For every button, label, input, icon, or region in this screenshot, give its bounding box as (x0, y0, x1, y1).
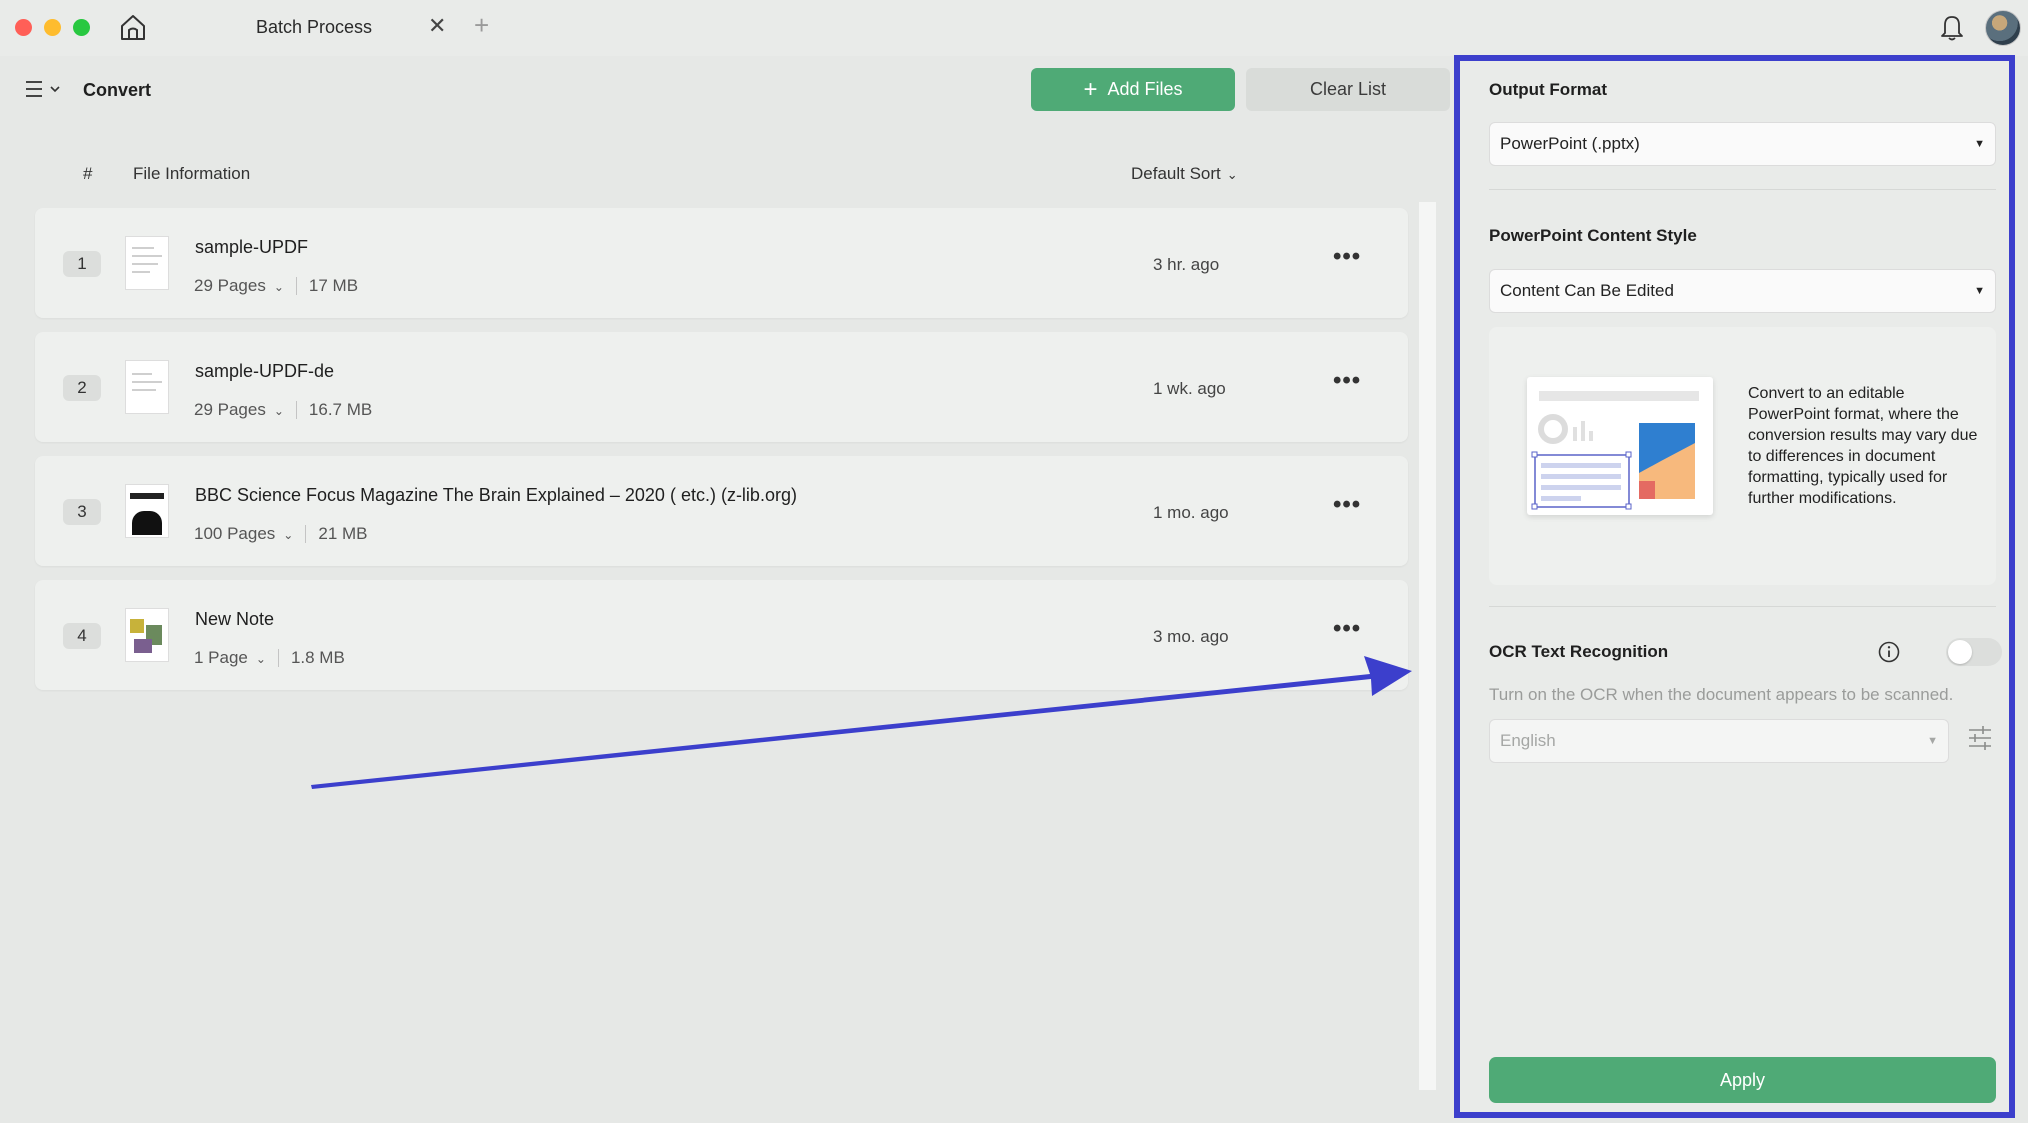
title-bar: Batch Process ✕ + (0, 0, 2028, 56)
row-number: 3 (63, 499, 101, 525)
chevron-down-icon: ⌄ (273, 404, 284, 418)
avatar[interactable] (1985, 10, 2021, 46)
file-meta: 1 Page ⌄ 1.8 MB (194, 648, 345, 668)
add-files-button[interactable]: + Add Files (1031, 68, 1235, 111)
clear-list-button[interactable]: Clear List (1246, 68, 1450, 111)
home-icon[interactable] (118, 12, 148, 42)
file-row[interactable]: 1 sample-UPDF 29 Pages ⌄ 17 MB 3 hr. ago … (35, 208, 1408, 318)
add-files-label: Add Files (1107, 79, 1183, 99)
file-row[interactable]: 2 sample-UPDF-de 29 Pages ⌄ 16.7 MB 1 wk.… (35, 332, 1408, 442)
file-time: 3 mo. ago (1153, 627, 1229, 646)
bell-icon[interactable] (1938, 12, 1966, 42)
row-number: 4 (63, 623, 101, 649)
file-size: 16.7 MB (308, 400, 373, 419)
chevron-down-icon: ⌄ (273, 280, 284, 294)
page-count: 100 Pages (194, 524, 276, 543)
file-time: 1 wk. ago (1153, 379, 1226, 398)
window-zoom-button[interactable] (73, 19, 90, 36)
file-row[interactable]: 3 BBC Science Focus Magazine The Brain E… (35, 456, 1408, 566)
file-thumbnail (125, 236, 169, 290)
divider (305, 525, 307, 543)
menu-icon[interactable] (24, 76, 64, 104)
file-name: sample-UPDF-de (195, 361, 335, 381)
file-thumbnail (125, 484, 169, 538)
page-count: 1 Page (194, 648, 248, 667)
divider (277, 649, 279, 667)
page-count: 29 Pages (194, 400, 266, 419)
file-thumbnail (125, 360, 169, 414)
page-count-dropdown[interactable]: 29 Pages ⌄ (194, 400, 284, 420)
file-row[interactable]: 4 New Note 1 Page ⌄ 1.8 MB 3 mo. ago ••• (35, 580, 1408, 690)
more-icon[interactable]: ••• (1333, 243, 1361, 271)
file-thumbnail (125, 608, 169, 662)
chevron-down-icon: ⌄ (255, 652, 266, 666)
more-icon[interactable]: ••• (1333, 491, 1361, 519)
file-name: New Note (195, 609, 275, 629)
chevron-down-icon: ⌄ (283, 528, 294, 542)
file-size: 17 MB (308, 276, 359, 295)
file-meta: 100 Pages ⌄ 21 MB (194, 524, 368, 544)
page-count: 29 Pages (194, 276, 266, 295)
sort-dropdown[interactable]: Default Sort ⌄ (1131, 164, 1238, 184)
row-number: 2 (63, 375, 101, 401)
page-count-dropdown[interactable]: 100 Pages ⌄ (194, 524, 293, 544)
window-close-button[interactable] (15, 19, 32, 36)
page-title: Convert (83, 80, 152, 100)
highlight-frame (1454, 55, 2015, 1118)
page-count-dropdown[interactable]: 29 Pages ⌄ (194, 276, 284, 296)
column-header-file-information: File Information (133, 164, 251, 183)
window-minimize-button[interactable] (44, 19, 61, 36)
page-count-dropdown[interactable]: 1 Page ⌄ (194, 648, 266, 668)
more-icon[interactable]: ••• (1333, 367, 1361, 395)
file-meta: 29 Pages ⌄ 16.7 MB (194, 400, 372, 420)
scrollbar[interactable] (1419, 202, 1436, 1090)
divider (295, 401, 297, 419)
file-size: 21 MB (318, 524, 368, 543)
file-name: BBC Science Focus Magazine The Brain Exp… (195, 485, 797, 505)
file-time: 3 hr. ago (1153, 255, 1220, 274)
file-time: 1 mo. ago (1153, 503, 1229, 522)
file-name: sample-UPDF (195, 237, 309, 257)
more-icon[interactable]: ••• (1333, 615, 1361, 643)
chevron-down-icon: ⌄ (1226, 167, 1238, 182)
sort-label: Default Sort (1131, 164, 1221, 183)
plus-icon: + (1083, 75, 1098, 103)
close-icon[interactable]: ✕ (428, 13, 446, 39)
row-number: 1 (63, 251, 101, 277)
file-size: 1.8 MB (290, 648, 345, 667)
plus-icon[interactable]: + (474, 10, 489, 41)
tab-batch-process[interactable]: Batch Process (256, 17, 372, 38)
column-header-number: # (83, 164, 93, 183)
divider (295, 277, 297, 295)
file-meta: 29 Pages ⌄ 17 MB (194, 276, 358, 296)
